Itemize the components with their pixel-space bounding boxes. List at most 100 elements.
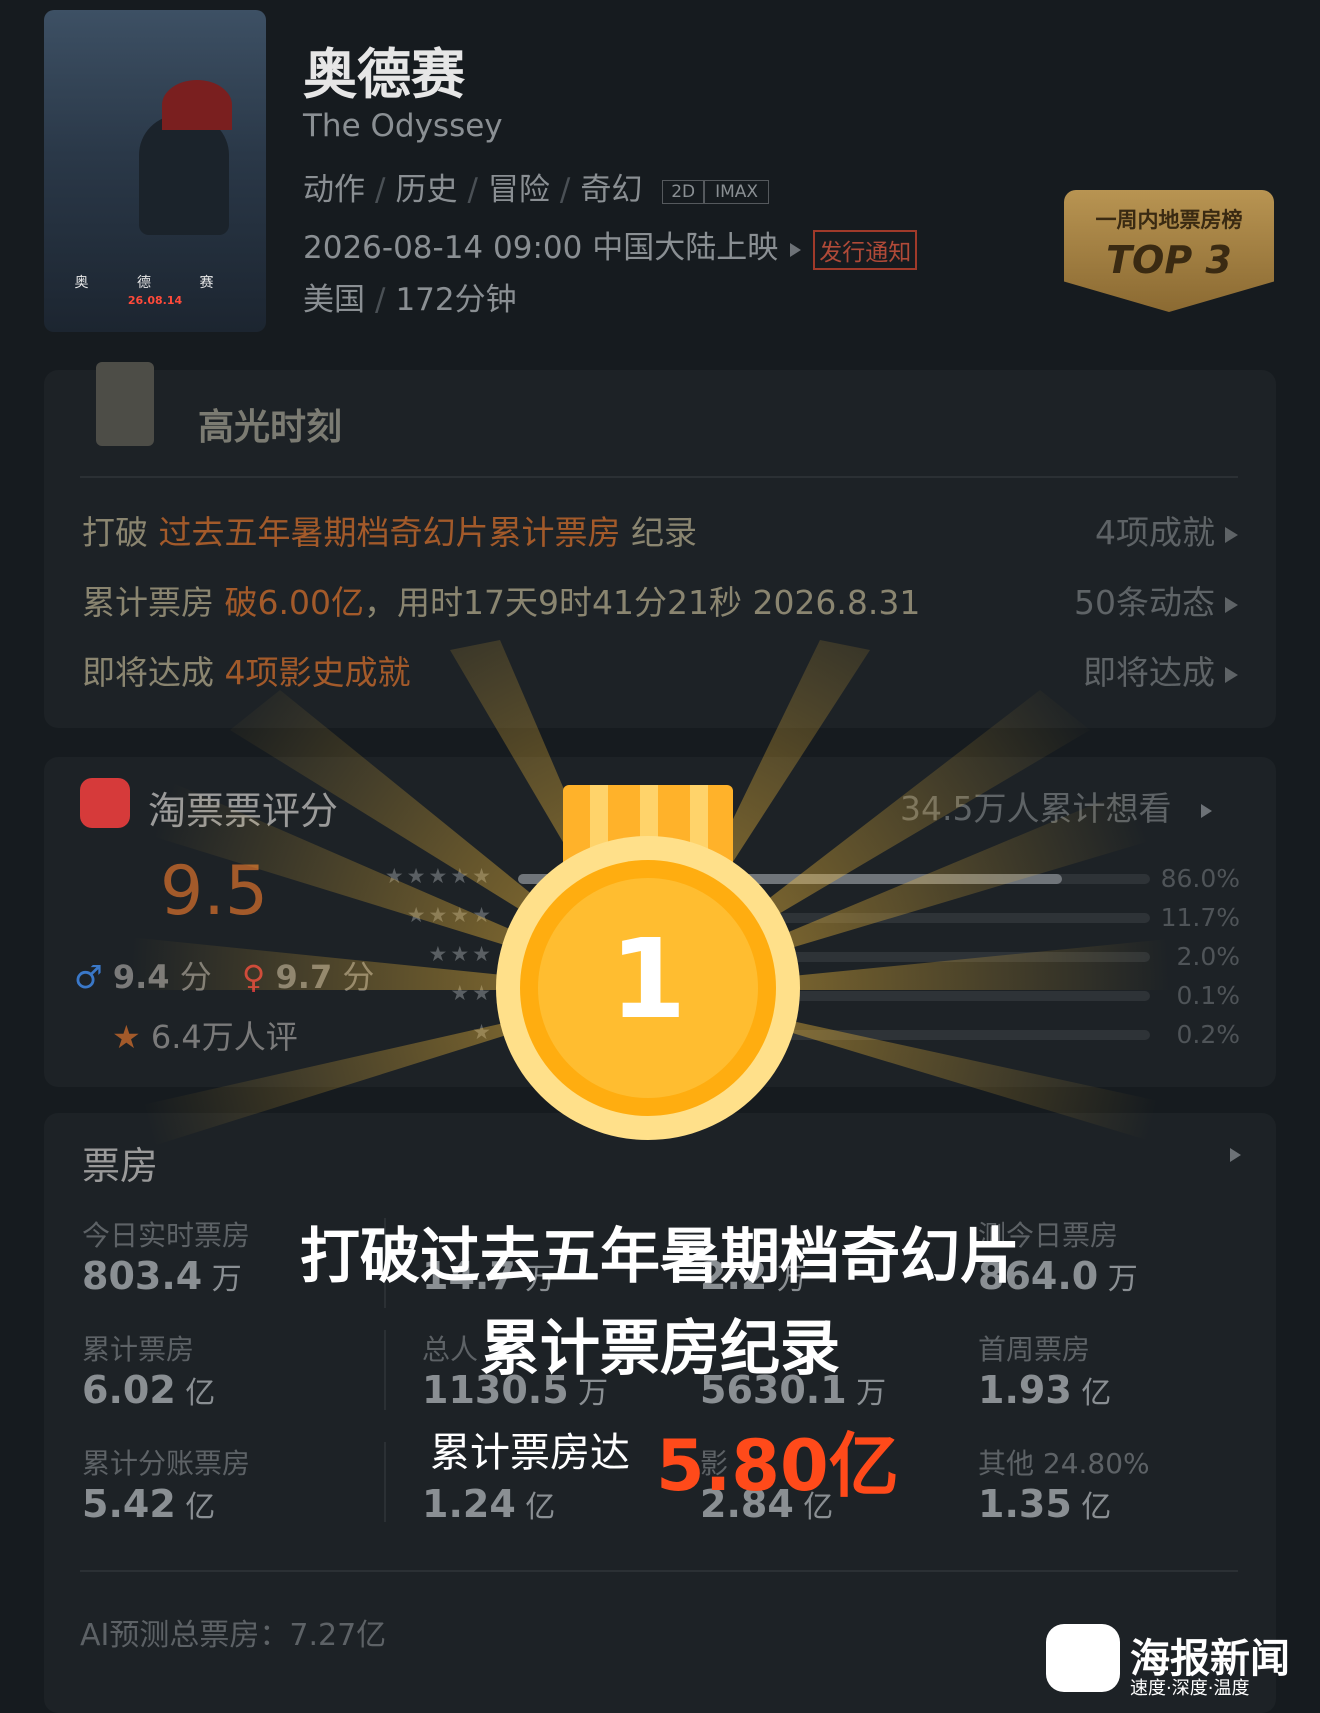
arrow-right-icon <box>1225 666 1238 683</box>
box-office-unit: 亿 <box>515 1490 556 1525</box>
rating-score: 9.5 <box>160 852 269 931</box>
rating-percent: 86.0% <box>1160 864 1240 893</box>
star-icon: ★ <box>112 1018 141 1056</box>
arrow-right-icon <box>1225 596 1238 613</box>
country: 美国 <box>303 282 365 318</box>
release-notice-button[interactable]: 发行通知 <box>813 229 918 270</box>
play-arrow-icon <box>790 242 802 257</box>
box-office-unit: 亿 <box>1071 1490 1112 1525</box>
duration: 172分钟 <box>395 282 517 318</box>
highlight-link-2[interactable]: 50条动态 <box>1074 576 1238 624</box>
rating-percent: 0.2% <box>1176 1020 1240 1049</box>
gender-scores: ♂ 9.4 分 ♀ 9.7 分 <box>74 952 374 998</box>
highlight-row-3[interactable]: 即将达成 4项影史成就 <box>82 646 411 694</box>
overlay-big-value: 5.80亿 <box>656 1425 899 1507</box>
overlay-line-3: 累计票房达 <box>430 1430 630 1476</box>
rating-percent: 11.7% <box>1160 903 1240 932</box>
male-icon: ♂ <box>74 958 103 996</box>
box-office-value: 1.24 亿 <box>422 1482 555 1526</box>
box-office-number: 5.42 <box>82 1482 176 1526</box>
want-to-see-count: 34.5万人累计想看 <box>900 789 1172 828</box>
male-score: 9.4 <box>112 958 170 996</box>
highlight-link-1-label: 4项成就 <box>1095 513 1215 552</box>
rating-title: 淘票票评分 <box>148 789 339 833</box>
highlight-link-1[interactable]: 4项成就 <box>1095 506 1238 554</box>
arrow-right-icon <box>1201 803 1213 818</box>
box-office-title: 票房 <box>82 1144 159 1188</box>
highlight-3-hot: 4项影史成就 <box>224 653 411 692</box>
overlay-line-1: 打破过去五年暑期档奇幻片 <box>300 1222 1020 1292</box>
star-row-4: ★★★★ <box>406 903 494 927</box>
want-to-see-link[interactable]: 34.5万人累计想看 <box>900 782 1224 830</box>
overlay-line-2: 累计票房纪录 <box>480 1314 840 1384</box>
box-office-value: 5.42 亿 <box>82 1482 215 1526</box>
release-date: 2026-08-14 09:00 中国大陆上映 <box>303 230 779 266</box>
highlight-1-prefix: 打破 <box>82 513 159 552</box>
box-office-number: 1.35 <box>978 1482 1072 1526</box>
movie-poster[interactable]: 奥 德 赛 26.08.14 <box>44 10 266 332</box>
box-office-divider <box>80 1570 1238 1572</box>
rating-bar <box>518 874 1150 884</box>
highlight-row-1[interactable]: 打破 过去五年暑期档奇幻片累计票房 纪录 <box>82 506 697 554</box>
box-office-unit: 亿 <box>175 1490 216 1525</box>
format-2d-tag: 2D <box>662 179 705 204</box>
rating-bar-fill <box>518 991 522 1001</box>
haibao-logo-icon <box>1046 1624 1120 1692</box>
genre-1: 动作 <box>303 172 365 208</box>
release-line: 2026-08-14 09:00 中国大陆上映 发行通知 <box>303 222 918 270</box>
highlights-title: 高光时刻 <box>198 407 343 448</box>
film-award-icon <box>96 362 154 446</box>
rating-percent: 0.1% <box>1176 981 1240 1010</box>
rank-badge-rank: TOP 3 <box>1106 238 1232 282</box>
highlight-1-hot: 过去五年暑期档奇幻片累计票房 <box>158 513 621 552</box>
poster-helmet <box>162 80 232 130</box>
highlight-link-2-label: 50条动态 <box>1074 583 1215 622</box>
rating-percent: 2.0% <box>1176 942 1240 971</box>
country-line: 美国/172分钟 <box>303 282 517 318</box>
highlight-link-3[interactable]: 即将达成 <box>1083 646 1238 694</box>
box-office-number: 1.24 <box>422 1482 516 1526</box>
highlight-1-suffix: 纪录 <box>620 513 697 552</box>
star-row-3: ★★★ <box>428 942 494 966</box>
rating-bar-fill <box>518 952 531 962</box>
highlight-2-hot: 破6.00亿 <box>224 583 364 622</box>
rank-badge[interactable]: 一周内地票房榜 TOP 3 <box>1064 190 1274 312</box>
genre-3: 冒险 <box>487 172 550 208</box>
poster-date: 26.08.14 <box>127 294 183 307</box>
highlight-2-prefix: 累计票房 <box>82 583 225 622</box>
rating-bar-fill <box>518 1030 522 1040</box>
box-office-label: 其他 24.80% <box>978 1447 1150 1480</box>
highlight-row-2[interactable]: 累计票房 破6.00亿，用时17天9时41分21秒 2026.8.31 <box>82 576 920 624</box>
star-row-2: ★★ <box>450 981 494 1005</box>
genre-line: 动作 / 历史 / 冒险 / 奇幻 2D IMAX <box>303 164 770 209</box>
ai-forecast: AI预测总票房：7.27亿 <box>80 1618 387 1653</box>
highlight-2-suffix: ，用时17天9时41分21秒 2026.8.31 <box>363 583 921 622</box>
male-unit: 分 <box>179 958 212 996</box>
movie-english-title: The Odyssey <box>303 108 503 144</box>
arrow-right-icon <box>1225 526 1238 543</box>
column-divider <box>384 1442 386 1522</box>
rank-badge-title: 一周内地票房榜 <box>1095 208 1243 232</box>
rating-bar-fill <box>518 874 1062 884</box>
genre-2: 历史 <box>395 172 458 208</box>
poster-figure <box>139 115 229 235</box>
highlight-link-3-label: 即将达成 <box>1083 653 1215 692</box>
rating-count-line: ★ 6.4万人评 <box>112 1012 298 1058</box>
highlight-3-prefix: 即将达成 <box>82 653 225 692</box>
star-row-5: ★★★★★ <box>384 864 494 888</box>
female-icon: ♀ <box>241 958 266 996</box>
genre-4: 奇幻 <box>580 172 643 208</box>
star-row-1: ★ <box>472 1020 494 1044</box>
movie-title: 奥德赛 <box>303 43 465 106</box>
rating-count: 6.4万人评 <box>150 1018 298 1056</box>
highlights-divider <box>80 476 1238 478</box>
watermark-subtitle: 速度·深度·温度 <box>1130 1678 1250 1699</box>
box-office-value: 1.35 亿 <box>978 1482 1111 1526</box>
taopiaopiao-logo-icon <box>80 778 130 828</box>
medal-number: 1 <box>609 915 687 1043</box>
female-score: 9.7 <box>275 958 333 996</box>
box-office-label: 累计分账票房 <box>82 1447 251 1480</box>
box-office-arrow-icon[interactable] <box>1230 1148 1241 1162</box>
format-imax-tag: IMAX <box>704 179 770 204</box>
poster-title: 奥 德 赛 <box>74 275 236 291</box>
